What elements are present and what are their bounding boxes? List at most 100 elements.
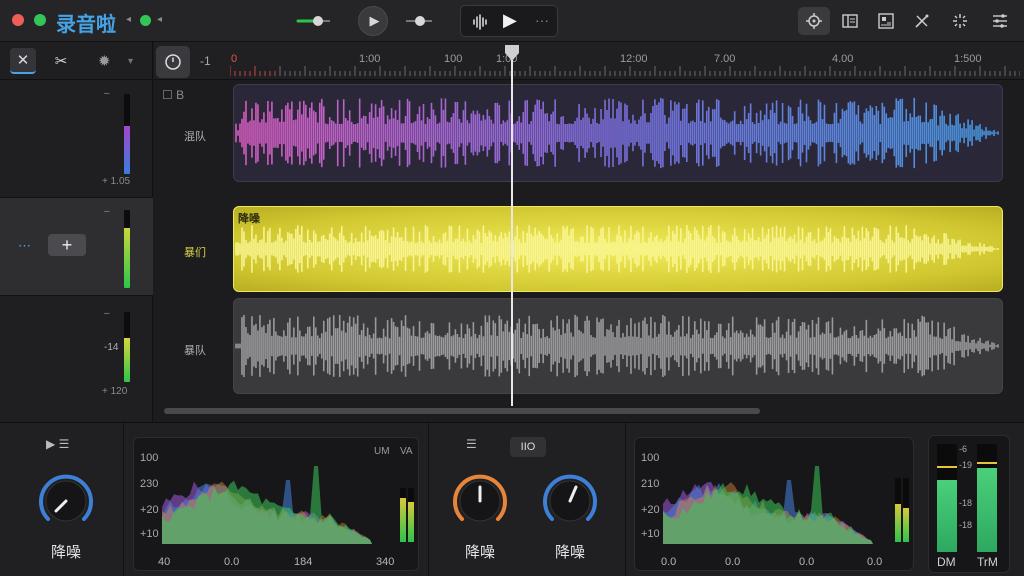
ruler-label-6: 4.00 (832, 53, 854, 65)
ruler-label-1: 1:00 (359, 53, 381, 65)
ruler-label-4: 12:00 (620, 53, 648, 65)
spec1-meter-left (400, 488, 406, 542)
spec2-x-label-2: 0.0 (799, 556, 815, 568)
library-icon (878, 13, 894, 29)
output-volume-slider[interactable] (404, 12, 434, 30)
spectrum-analyzer-1: 100 230 +20 +10 UM VA 40 0.0 184 340 (133, 437, 419, 571)
knob-2-label: 降噪 (464, 543, 495, 561)
track-1-min-label: – (104, 88, 110, 99)
spec1-y-label-2: +20 (140, 504, 159, 516)
spec2-x-label-1: 0.0 (725, 556, 741, 568)
track-header-panel: ✕ ✂ ✹ ▾ – + 1.05 – ⋯ + – -14 + 120 (0, 42, 153, 422)
track-3-name: 暴队 (184, 344, 206, 357)
time-ruler[interactable]: -1 0 1:00 100 1:00 12:00 7.00 4.00 1:500 (154, 42, 1024, 80)
clip-3-waveform (235, 314, 999, 378)
horizontal-scrollbar[interactable] (164, 408, 760, 414)
spec1-y-label-0: 100 (140, 452, 159, 464)
dm-meter-left (937, 444, 957, 552)
spec2-meter-right (903, 478, 909, 542)
knob-3-label: 降噪 (554, 543, 585, 561)
spec1-top-label-1: VA (400, 446, 413, 457)
transport-play-button[interactable]: ▶ (503, 10, 517, 31)
track-2-name: 暴们 (184, 246, 206, 259)
ruler-ticks (230, 66, 1020, 76)
equalizer-button[interactable] (984, 7, 1016, 35)
effects-panel: ▶ ☰ 降噪 100 230 +20 +10 UM VA 40 0.0 184 … (0, 422, 1024, 576)
audio-clip-3[interactable] (233, 298, 1003, 394)
transport-controls: ▶ ··· (460, 5, 558, 37)
spec1-x-label-3: 340 (376, 556, 395, 568)
track-tools-bar: ✕ ✂ ✹ ▾ (0, 42, 153, 80)
noise-reduction-knob-3[interactable] (540, 471, 600, 531)
record-status-indicator[interactable] (140, 15, 151, 26)
spec1-x-label-0: 40 (158, 556, 171, 568)
clock-icon (165, 54, 181, 70)
track-header-3[interactable]: – -14 + 120 (0, 296, 153, 422)
spec1-meter-right (408, 488, 414, 542)
spectrum-2-graph (663, 466, 873, 544)
more-options-button[interactable]: ··· (535, 12, 549, 28)
cursor-tool-button[interactable]: ✕ (10, 48, 36, 74)
track-settings-icon[interactable]: ✹ (98, 52, 111, 70)
track-settings-dropdown-icon[interactable]: ▾ (128, 56, 133, 67)
spark-icon (953, 14, 967, 28)
master-meters: -6 -19 -18 -18 DM TrM (928, 435, 1010, 573)
title-dropdown-icon[interactable]: ◂ (126, 14, 131, 25)
spec1-top-label-0: UM (374, 446, 390, 457)
spec2-y-label-2: +20 (641, 504, 660, 516)
noise-reduction-knob[interactable] (36, 471, 96, 531)
dm-meter-right (977, 444, 997, 552)
audio-clip-1[interactable] (233, 84, 1003, 182)
track-1-level-meter (124, 94, 130, 174)
track-1-name: 混队 (184, 130, 206, 143)
waveform-icon[interactable] (471, 13, 489, 31)
spectrum-analyzer-2: 100 210 +20 +10 0.0 0.0 0.0 0.0 (634, 437, 914, 571)
noise-reduction-knob-2[interactable] (450, 471, 510, 531)
timeline-area: -1 0 1:00 100 1:00 12:00 7.00 4.00 1:500… (154, 42, 1024, 422)
panel-button[interactable] (834, 7, 866, 35)
track-waveform-icon: ⋯ (18, 238, 31, 253)
ruler-label-0: 0 (231, 53, 238, 65)
track-3-peak-label: -14 (104, 342, 119, 353)
magic-button[interactable] (906, 7, 938, 35)
track-group-label: ☐ B (162, 88, 185, 102)
clip-2-label: 降噪 (238, 212, 260, 225)
spectrum-1-graph (162, 466, 372, 544)
spec2-y-label-3: +10 (641, 528, 660, 540)
track-2-min-label: – (104, 206, 110, 217)
settings-button[interactable] (798, 7, 830, 35)
track-3-gain-label: + 120 (102, 386, 128, 397)
mid-mode-tab[interactable]: IIO (510, 437, 546, 457)
track-header-2[interactable]: – ⋯ + (0, 198, 153, 296)
clock-button[interactable] (156, 46, 190, 78)
noise-reduction-section: ▶ ☰ 降噪 (0, 423, 124, 576)
input-volume-slider[interactable] (296, 12, 332, 30)
section-options-icons[interactable]: ▶ ☰ (46, 437, 69, 451)
magic-icon (915, 14, 929, 28)
close-window-button[interactable] (12, 14, 24, 26)
playhead-line[interactable] (511, 60, 513, 406)
spec1-y-label-3: +10 (140, 528, 159, 540)
spec2-y-label-0: 100 (641, 452, 660, 464)
spec2-y-label-1: 210 (641, 478, 660, 490)
zoom-window-button[interactable] (34, 14, 46, 26)
play-button[interactable]: ▶ (358, 6, 388, 36)
dm-left-label: DM (937, 555, 956, 569)
track-header-1[interactable]: – + 1.05 (0, 80, 153, 198)
add-track-button[interactable]: + (48, 234, 86, 256)
ruler-label-5: 7.00 (714, 53, 736, 65)
mid-options-icon[interactable]: ☰ (466, 437, 477, 451)
dm-right-label: TrM (977, 555, 998, 569)
spec1-y-label-1: 230 (140, 478, 159, 490)
track-3-min-label: – (104, 308, 110, 319)
ruler-offset-label: -1 (200, 54, 211, 68)
spec2-meter-left (895, 478, 901, 542)
cut-tool-button[interactable]: ✂ (48, 48, 74, 74)
record-dropdown-icon[interactable]: ◂ (157, 14, 162, 25)
library-button[interactable] (870, 7, 902, 35)
track-3-level-meter (124, 312, 130, 382)
audio-clip-2-selected[interactable]: 降噪 (233, 206, 1003, 292)
spec1-x-label-2: 184 (294, 556, 313, 568)
effects-button[interactable] (944, 7, 976, 35)
track-2-level-meter (124, 210, 130, 288)
